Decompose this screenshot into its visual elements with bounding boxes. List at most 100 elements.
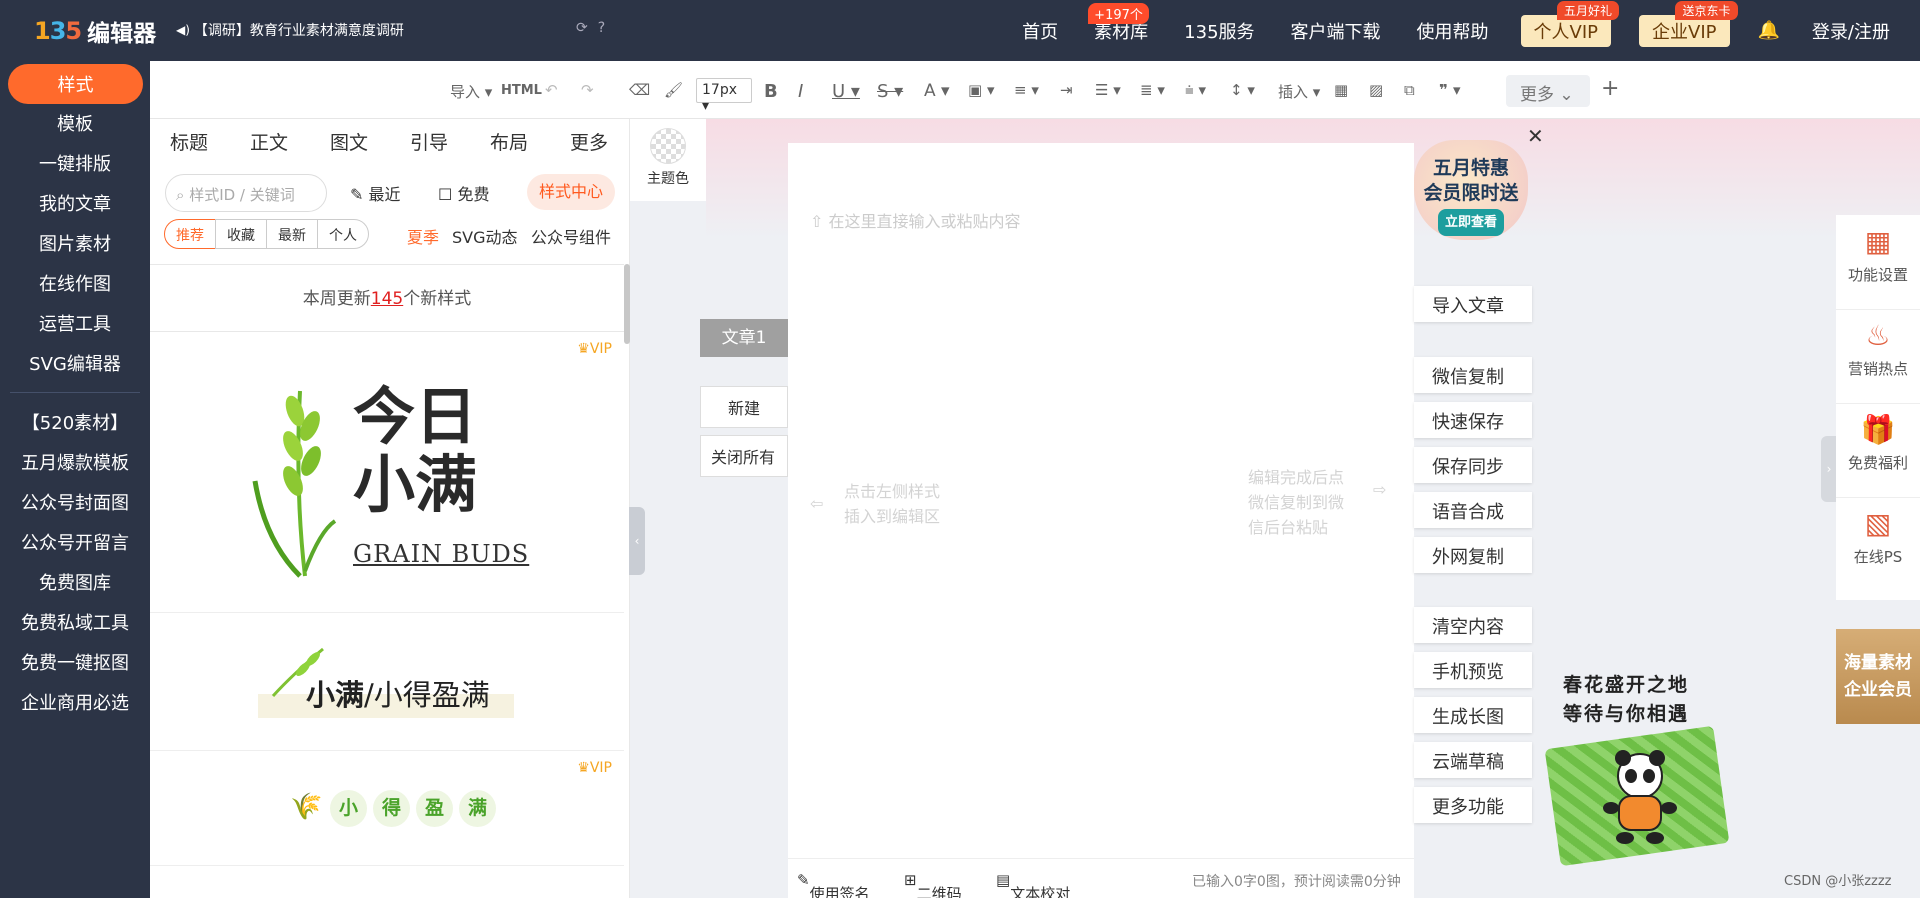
sidebar-item-svg-editor[interactable]: SVG编辑器 xyxy=(0,350,150,376)
close-all-button[interactable]: 关闭所有 xyxy=(700,435,788,477)
nav-home[interactable]: 首页 xyxy=(1022,18,1058,44)
logo[interactable]: 135 编辑器 xyxy=(34,14,156,48)
filter-latest[interactable]: 最新 xyxy=(266,219,318,249)
cloud-draft-button[interactable]: 云端草稿 xyxy=(1414,742,1532,778)
table-icon[interactable]: ▦ xyxy=(1334,81,1348,99)
undo-icon[interactable]: ↶ xyxy=(545,81,558,99)
new-article-button[interactable]: 新建 xyxy=(700,386,788,428)
highlight-icon[interactable]: ▣ ▾ xyxy=(968,81,994,99)
editor-area[interactable]: ⇧ 在这里直接输入或粘贴内容 ⇦ 点击左侧样式 插入到编辑区 编辑完成后点 微信… xyxy=(788,143,1414,898)
more-functions-button[interactable]: 更多功能 xyxy=(1414,787,1532,823)
tab-guide[interactable]: 引导 xyxy=(410,128,448,155)
paragraph-spacing-icon[interactable]: ≣ ▾ xyxy=(1140,81,1165,99)
style-card[interactable]: ♛VIP 今日 小满 GRAIN BUDS xyxy=(150,333,624,613)
sidebar-item-cover[interactable]: 公众号封面图 xyxy=(0,489,150,515)
image-icon[interactable]: ▨ xyxy=(1369,81,1383,99)
indent-icon[interactable]: ⇥ xyxy=(1060,81,1073,99)
tab-body[interactable]: 正文 xyxy=(250,128,288,155)
tab-image-text[interactable]: 图文 xyxy=(330,128,368,155)
sidebar-item-520[interactable]: 【520素材】 xyxy=(0,409,150,435)
sidebar-item-ops-tools[interactable]: 运营工具 xyxy=(0,310,150,336)
redo-icon[interactable]: ↷ xyxy=(581,81,594,99)
theme-color-picker[interactable]: 主题色 xyxy=(630,119,706,201)
nav-client-download[interactable]: 客户端下载 xyxy=(1291,18,1381,44)
long-image-button[interactable]: 生成长图 xyxy=(1414,697,1532,733)
italic-icon[interactable]: I xyxy=(798,81,803,102)
sidebar-item-auto-layout[interactable]: 一键排版 xyxy=(0,150,150,176)
insert-dropdown[interactable]: 插入 ▾ xyxy=(1278,81,1320,102)
feature-settings[interactable]: ▦ 功能设置 xyxy=(1836,225,1920,285)
tts-button[interactable]: 语音合成 xyxy=(1414,492,1532,528)
save-sync-button[interactable]: 保存同步 xyxy=(1414,447,1532,483)
sidebar-item-templates[interactable]: 模板 xyxy=(0,110,150,136)
article-tab-active[interactable]: 文章1 xyxy=(700,319,788,357)
quote-icon[interactable]: ❞ ▾ xyxy=(1439,81,1461,99)
sidebar-item-online-design[interactable]: 在线作图 xyxy=(0,270,150,296)
more-tools-button[interactable]: 更多 ⌄ xyxy=(1506,75,1590,107)
style-search-input[interactable]: ⌕ 样式ID / 关键词 xyxy=(165,174,327,212)
help-icon[interactable]: ? xyxy=(598,20,605,36)
bell-icon[interactable]: 🔔 xyxy=(1758,20,1780,41)
align-icon[interactable]: ≡ ▾ xyxy=(1014,81,1039,99)
signature-button[interactable]: ✎ 使用签名 xyxy=(797,871,870,898)
style-card[interactable]: ♛VIP 🌾 小 得 盈 满 xyxy=(150,752,624,866)
underline-icon[interactable]: U ▾ xyxy=(832,81,860,102)
marketing-hotspots[interactable]: ♨ 营销热点 xyxy=(1836,319,1920,379)
recent-link[interactable]: ✎ 最近 xyxy=(350,181,401,205)
proofread-button[interactable]: ▤ 文本校对 xyxy=(996,871,1070,898)
promo-banner[interactable]: 五月特惠 会员限时送 立即查看 xyxy=(1414,140,1528,240)
font-size-select[interactable]: 17px ▾ xyxy=(696,78,752,114)
sidebar-item-comments[interactable]: 公众号开留言 xyxy=(0,529,150,555)
sidebar-item-style[interactable]: 样式 xyxy=(8,64,143,104)
free-benefits[interactable]: 🎁 免费福利 xyxy=(1836,413,1920,473)
tab-layout[interactable]: 布局 xyxy=(490,128,528,155)
style-card[interactable]: 小满/小得盈满 xyxy=(150,614,624,751)
import-article-button[interactable]: 导入文章 xyxy=(1414,286,1532,322)
sidebar-item-images[interactable]: 图片素材 xyxy=(0,230,150,256)
external-copy-button[interactable]: 外网复制 xyxy=(1414,537,1532,573)
sidebar-item-may-templates[interactable]: 五月爆款模板 xyxy=(0,449,150,475)
enterprise-member-banner[interactable]: 海量素材 企业会员 xyxy=(1836,629,1920,724)
tag-components[interactable]: 公众号组件 xyxy=(531,224,611,248)
text-indent-icon[interactable]: ☰ ▾ xyxy=(1095,81,1121,99)
gallery-icon[interactable]: ⧉ xyxy=(1404,81,1415,99)
filter-favorites[interactable]: 收藏 xyxy=(215,219,267,249)
online-ps[interactable]: ▧ 在线PS xyxy=(1836,507,1920,567)
html-button[interactable]: HTML xyxy=(501,83,542,98)
panda-ad-text[interactable]: 春花盛开之地 等待与你相遇 xyxy=(1563,671,1689,729)
personal-vip-button[interactable]: 五月好礼 个人VIP xyxy=(1520,0,1620,47)
sidebar-item-private-tools[interactable]: 免费私域工具 xyxy=(0,609,150,635)
qrcode-button[interactable]: ⊞ 二维码 xyxy=(904,871,962,898)
right-panel-toggle[interactable]: › xyxy=(1821,436,1837,502)
bold-icon[interactable]: B xyxy=(764,81,778,102)
weekly-update[interactable]: 本周更新145个新样式 xyxy=(150,264,624,332)
tab-title[interactable]: 标题 xyxy=(170,128,208,155)
quick-save-button[interactable]: 快速保存 xyxy=(1414,402,1532,438)
font-color-icon[interactable]: A ▾ xyxy=(924,81,950,101)
wechat-copy-button[interactable]: 微信复制 xyxy=(1414,357,1532,393)
import-dropdown[interactable]: 导入 ▾ xyxy=(450,81,492,102)
nav-services[interactable]: 135服务 xyxy=(1184,18,1254,44)
free-checkbox[interactable]: ☐ 免费 xyxy=(438,181,489,205)
mobile-preview-button[interactable]: 手机预览 xyxy=(1414,652,1532,688)
line-height-icon[interactable]: ↕ ▾ xyxy=(1230,81,1255,99)
tag-svg[interactable]: SVG动态 xyxy=(452,224,518,248)
sidebar-item-commercial[interactable]: 企业商用必选 xyxy=(0,689,150,715)
nav-help[interactable]: 使用帮助 xyxy=(1417,18,1489,44)
eraser-icon[interactable]: ⌫ xyxy=(629,81,650,99)
clear-content-button[interactable]: 清空内容 xyxy=(1414,607,1532,643)
refresh-icon[interactable]: ⟳ xyxy=(576,20,588,36)
style-center-button[interactable]: 样式中心 xyxy=(527,174,615,210)
panel-collapse-toggle[interactable]: ‹ xyxy=(629,507,645,575)
notice-link[interactable]: ◀) 【调研】教育行业素材满意度调研 xyxy=(176,20,404,40)
sidebar-item-cutout[interactable]: 免费一键抠图 xyxy=(0,649,150,675)
close-icon[interactable]: ✕ xyxy=(1527,124,1544,148)
tab-more[interactable]: 更多 xyxy=(570,128,608,155)
login-link[interactable]: 登录/注册 xyxy=(1812,18,1890,44)
sidebar-item-free-gallery[interactable]: 免费图库 xyxy=(0,569,150,595)
sidebar-item-my-articles[interactable]: 我的文章 xyxy=(0,190,150,216)
filter-recommend[interactable]: 推荐 xyxy=(164,219,216,249)
enterprise-vip-button[interactable]: 送京东卡 企业VIP xyxy=(1639,0,1738,47)
tag-summer[interactable]: 夏季 xyxy=(407,224,439,248)
letter-spacing-icon[interactable]: ⩧ ▾ xyxy=(1185,81,1206,99)
